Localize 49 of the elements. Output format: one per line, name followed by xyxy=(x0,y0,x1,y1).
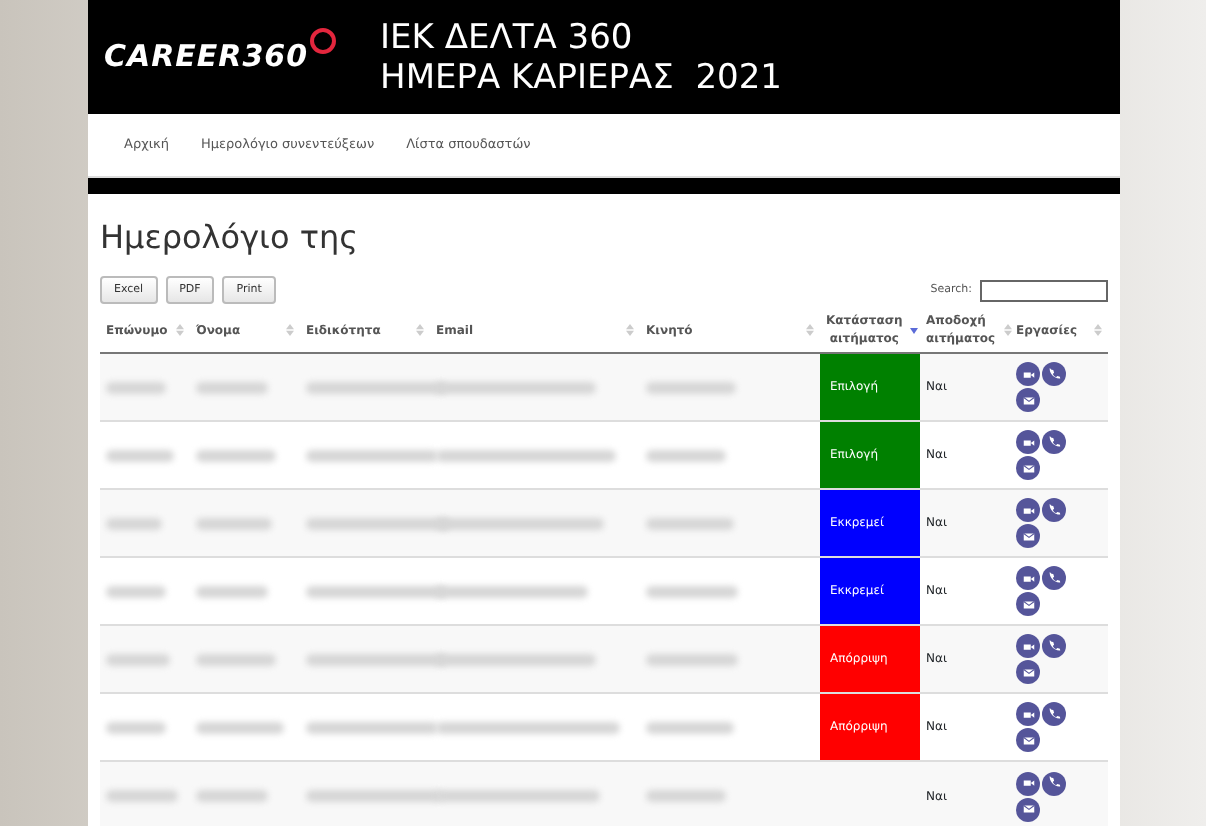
blurred-text xyxy=(106,790,178,803)
video-call-icon[interactable] xyxy=(1016,771,1040,796)
logo: CAREER360 xyxy=(104,36,309,79)
video-call-icon[interactable] xyxy=(1016,498,1040,523)
search-field[interactable] xyxy=(980,279,1108,302)
blurred-text xyxy=(196,585,268,598)
blurred-text xyxy=(106,721,166,734)
video-call-icon[interactable] xyxy=(1016,362,1040,387)
blurred-text xyxy=(196,517,272,530)
email-icon[interactable] xyxy=(1016,388,1040,413)
blurred-text xyxy=(196,449,276,462)
blurred-text xyxy=(646,790,726,803)
blurred-text xyxy=(106,517,162,530)
header-title: ΗΜΕΡΑ ΚΑΡΙΕΡΑΣ 2021 xyxy=(380,57,782,97)
video-call-icon[interactable] xyxy=(1016,566,1040,591)
blurred-text xyxy=(106,585,166,598)
email-icon[interactable] xyxy=(1016,797,1040,822)
blurred-text xyxy=(646,381,736,394)
video-call-icon[interactable] xyxy=(1016,430,1040,455)
blurred-text xyxy=(646,721,734,734)
email-icon[interactable] xyxy=(1016,660,1040,685)
sort-desc-icon[interactable] xyxy=(910,324,919,337)
blurred-text xyxy=(106,381,166,394)
phone-icon[interactable] xyxy=(1042,702,1066,727)
blurred-text xyxy=(196,653,276,666)
email-icon[interactable] xyxy=(1016,728,1040,753)
phone-icon[interactable] xyxy=(1042,771,1066,796)
ring-icon xyxy=(310,28,337,54)
phone-icon[interactable] xyxy=(1042,566,1066,591)
email-icon[interactable] xyxy=(1016,456,1040,481)
phone-icon[interactable] xyxy=(1042,430,1066,455)
phone-icon[interactable] xyxy=(1042,498,1066,523)
blurred-text xyxy=(196,721,284,734)
blurred-text xyxy=(106,449,174,462)
video-call-icon[interactable] xyxy=(1016,702,1040,727)
phone-icon[interactable] xyxy=(1042,634,1066,659)
blurred-text xyxy=(646,585,738,598)
page-title: Ημερολόγιο της xyxy=(100,218,360,257)
email-icon[interactable] xyxy=(1016,592,1040,617)
blurred-text xyxy=(196,790,268,803)
email-icon[interactable] xyxy=(1016,524,1040,549)
video-call-icon[interactable] xyxy=(1016,634,1040,659)
blurred-text xyxy=(646,517,734,530)
blurred-text xyxy=(106,653,170,666)
blurred-text xyxy=(196,381,268,394)
blurred-text xyxy=(646,449,726,462)
blurred-text xyxy=(646,653,738,666)
header-title: ΙΕΚ ΔΕΛΤΑ 360 xyxy=(380,17,635,57)
phone-icon[interactable] xyxy=(1042,362,1066,387)
